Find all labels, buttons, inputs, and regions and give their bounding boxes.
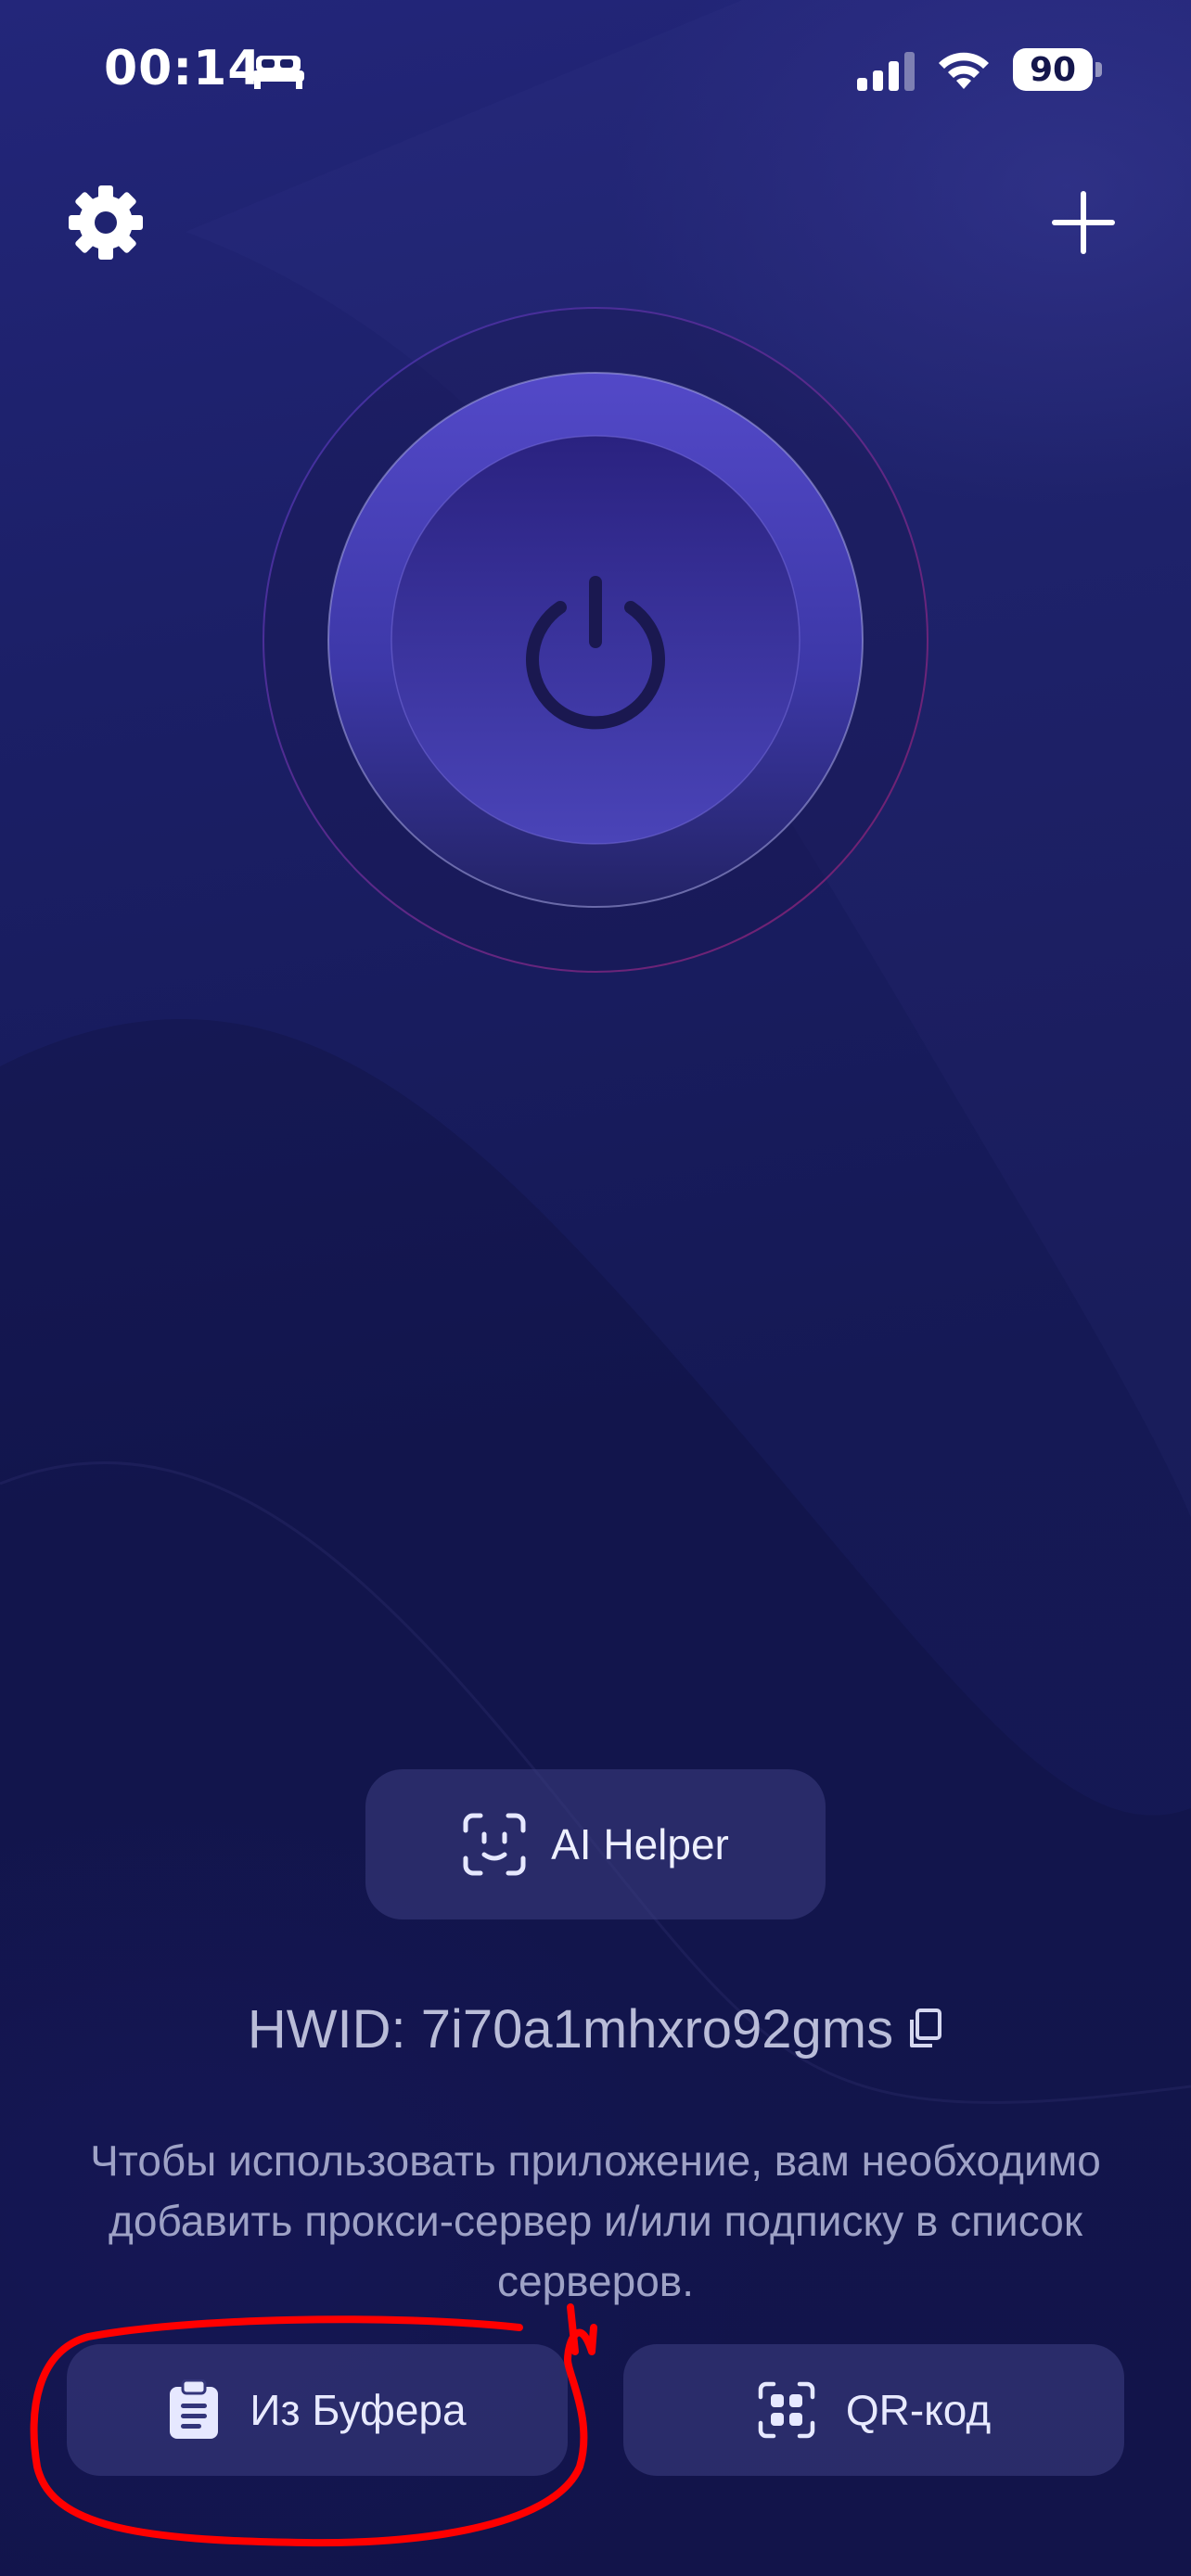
status-bar: 00:14 90: [0, 0, 1191, 139]
face-scan-icon: [463, 1813, 526, 1876]
instructions-text: Чтобы использовать приложение, вам необх…: [90, 2136, 1101, 2305]
battery-level: 90: [1029, 50, 1077, 89]
qr-code-label: QR-код: [845, 2386, 992, 2434]
plus-icon: [1052, 191, 1115, 254]
power-icon: [526, 576, 665, 730]
status-time: 00:14: [104, 41, 263, 96]
hwid-text: HWID: 7i70a1mhxro92gms: [247, 1998, 894, 2060]
wifi-icon: [939, 52, 989, 89]
from-clipboard-button[interactable]: Из Буфера: [67, 2344, 568, 2476]
cellular-signal-icon: [857, 52, 915, 91]
qr-scan-icon: [758, 2381, 815, 2439]
settings-button[interactable]: [67, 184, 145, 261]
gear-icon: [69, 185, 143, 260]
hwid-row[interactable]: HWID: 7i70a1mhxro92gms: [0, 1992, 1191, 2066]
power-button[interactable]: [262, 306, 929, 974]
add-server-button[interactable]: [1046, 185, 1121, 260]
ai-helper-button[interactable]: AI Helper: [365, 1769, 826, 1919]
qr-code-button[interactable]: QR-код: [623, 2344, 1124, 2476]
battery-icon: 90: [1013, 48, 1102, 93]
ai-helper-label: AI Helper: [551, 1820, 729, 1868]
clipboard-icon: [170, 2379, 219, 2439]
from-clipboard-label: Из Буфера: [250, 2386, 467, 2434]
sleep-bed-icon: [252, 56, 304, 89]
copy-icon[interactable]: [906, 2007, 943, 2051]
